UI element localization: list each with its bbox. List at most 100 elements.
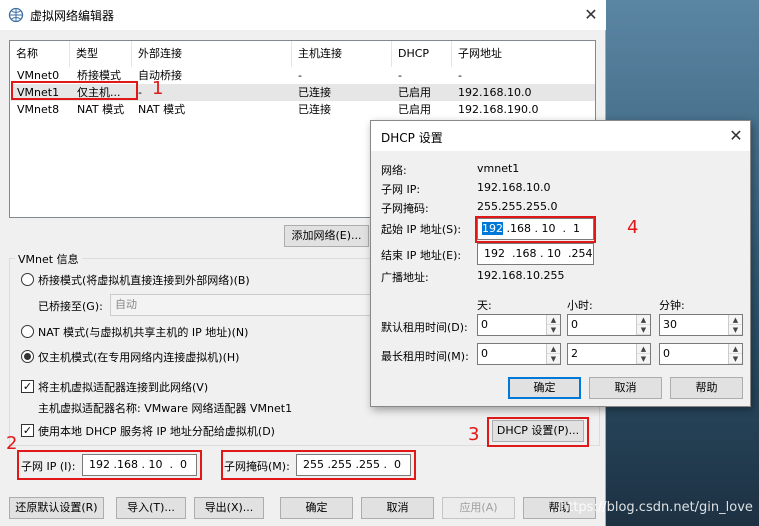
hours-header: 小时: xyxy=(567,299,593,312)
start-ip-label: 起始 IP 地址(S): xyxy=(381,223,462,236)
nat-radio[interactable] xyxy=(21,325,34,338)
add-network-button[interactable]: 添加网络(E)... xyxy=(284,225,369,247)
cell-type: NAT 模式 xyxy=(77,103,125,116)
use-dhcp-checkbox[interactable]: ✓ xyxy=(21,424,34,437)
connect-adapter-label[interactable]: 将主机虚拟适配器连接到此网络(V) xyxy=(38,379,208,395)
default-lease-minutes-spinner[interactable]: 30 ▲ ▼ xyxy=(659,314,743,336)
dhcp-network-value: vmnet1 xyxy=(477,162,520,175)
annotation-number-2: 2 xyxy=(6,433,18,454)
annotation-number-3: 3 xyxy=(468,424,480,445)
annotation-box-vmnet1 xyxy=(11,81,138,100)
col-header-subnet[interactable]: 子网地址 xyxy=(452,41,592,67)
spin-up-icon[interactable]: ▲ xyxy=(547,344,560,354)
hostonly-radio-label[interactable]: 仅主机模式(在专用网络内连接虚拟机)(H) xyxy=(38,349,239,365)
network-editor-icon xyxy=(8,7,24,23)
spin-up-icon[interactable]: ▲ xyxy=(637,315,650,325)
apply-button[interactable]: 应用(A) xyxy=(442,497,515,519)
hostonly-radio[interactable] xyxy=(21,350,34,363)
window-title: 虚拟网络编辑器 xyxy=(30,9,115,23)
dhcp-dialog-title: DHCP 设置 xyxy=(381,131,443,145)
col-header-external[interactable]: 外部连接 xyxy=(132,41,292,67)
default-lease-label: 默认租用时间(D): xyxy=(381,321,468,334)
max-lease-minutes-spinner[interactable]: 0 ▲ ▼ xyxy=(659,343,743,365)
col-header-dhcp[interactable]: DHCP xyxy=(392,41,452,67)
cell-dhcp: 已启用 xyxy=(398,103,431,116)
adapter-name-label: 主机虚拟适配器名称: VMware 网络适配器 VMnet1 xyxy=(38,402,293,415)
vmnet-info-title: VMnet 信息 xyxy=(15,251,82,267)
spin-up-icon[interactable]: ▲ xyxy=(729,315,742,325)
spin-down-icon[interactable]: ▼ xyxy=(637,325,650,335)
cell-dhcp: 已启用 xyxy=(398,86,431,99)
start-ip-input[interactable]: 192 .168 . 10 . 1 xyxy=(477,218,594,240)
title-bar: 虚拟网络编辑器 ✕ xyxy=(0,0,606,30)
cancel-button[interactable]: 取消 xyxy=(361,497,434,519)
max-lease-days-spinner[interactable]: 0 ▲ ▼ xyxy=(477,343,561,365)
spin-up-icon[interactable]: ▲ xyxy=(637,344,650,354)
cell-host: 已连接 xyxy=(298,103,331,116)
bridged-to-select[interactable]: 自动 xyxy=(110,294,375,316)
dhcp-title-bar: DHCP 设置 ✕ xyxy=(371,121,750,151)
ok-button[interactable]: 确定 xyxy=(280,497,353,519)
start-ip-remaining: .168 . 10 . 1 xyxy=(503,222,580,235)
spin-down-icon[interactable]: ▼ xyxy=(547,354,560,364)
spin-down-icon[interactable]: ▼ xyxy=(729,354,742,364)
annotation-number-1: 1 xyxy=(152,78,164,99)
max-lease-hours-spinner[interactable]: 2 ▲ ▼ xyxy=(567,343,651,365)
watermark-text: https://blog.csdn.net/gin_love xyxy=(560,500,753,515)
use-dhcp-label[interactable]: 使用本地 DHCP 服务将 IP 地址分配给虚拟机(D) xyxy=(38,423,275,439)
close-icon[interactable]: ✕ xyxy=(578,4,604,26)
bridged-to-label: 已桥接至(G): xyxy=(38,300,103,313)
dhcp-settings-dialog: DHCP 设置 ✕ 网络: vmnet1 子网 IP: 192.168.10.0… xyxy=(370,120,751,407)
cell-subnet: - xyxy=(458,69,462,82)
spinner-value: 30 xyxy=(663,318,677,331)
subnet-mask-label: 子网掩码(M): xyxy=(224,460,290,473)
spin-down-icon[interactable]: ▼ xyxy=(637,354,650,364)
spin-up-icon[interactable]: ▲ xyxy=(729,344,742,354)
annotation-number-4: 4 xyxy=(627,217,639,238)
spin-up-icon[interactable]: ▲ xyxy=(547,315,560,325)
broadcast-value: 192.168.10.255 xyxy=(477,269,565,282)
cell-host: 已连接 xyxy=(298,86,331,99)
col-header-name[interactable]: 名称 xyxy=(10,41,70,67)
cell-external: NAT 模式 xyxy=(138,103,186,116)
dhcp-subnet-mask-label: 子网掩码: xyxy=(381,202,429,215)
max-lease-label: 最长租用时间(M): xyxy=(381,350,469,363)
table-row[interactable]: VMnet8 NAT 模式 NAT 模式 已连接 已启用 192.168.190… xyxy=(11,101,595,118)
days-header: 天: xyxy=(477,299,492,312)
subnet-ip-input[interactable]: 192 .168 . 10 . 0 xyxy=(82,454,197,476)
end-ip-label: 结束 IP 地址(E): xyxy=(381,249,462,262)
cell-host: - xyxy=(298,69,302,82)
dhcp-subnet-ip-value: 192.168.10.0 xyxy=(477,181,551,194)
default-lease-hours-spinner[interactable]: 0 ▲ ▼ xyxy=(567,314,651,336)
bridge-radio[interactable] xyxy=(21,273,34,286)
connect-adapter-checkbox[interactable]: ✓ xyxy=(21,380,34,393)
spinner-value: 0 xyxy=(481,318,488,331)
col-header-host[interactable]: 主机连接 xyxy=(292,41,392,67)
subnet-mask-input[interactable]: 255 .255 .255 . 0 xyxy=(296,454,411,476)
spinner-value: 0 xyxy=(571,318,578,331)
spin-down-icon[interactable]: ▼ xyxy=(547,325,560,335)
cell-subnet: 192.168.190.0 xyxy=(458,103,539,116)
dhcp-subnet-ip-label: 子网 IP: xyxy=(381,183,421,196)
default-lease-days-spinner[interactable]: 0 ▲ ▼ xyxy=(477,314,561,336)
start-ip-first-octet: 192 xyxy=(482,222,503,235)
dhcp-settings-button[interactable]: DHCP 设置(P)... xyxy=(492,420,584,442)
spin-down-icon[interactable]: ▼ xyxy=(729,325,742,335)
minutes-header: 分钟: xyxy=(659,299,685,312)
cell-name: VMnet8 xyxy=(17,103,60,116)
dhcp-help-button[interactable]: 帮助 xyxy=(670,377,743,399)
restore-defaults-button[interactable]: 还原默认设置(R) xyxy=(9,497,104,519)
spinner-value: 2 xyxy=(571,347,578,360)
dhcp-network-label: 网络: xyxy=(381,164,407,177)
broadcast-label: 广播地址: xyxy=(381,271,429,284)
dhcp-subnet-mask-value: 255.255.255.0 xyxy=(477,200,558,213)
col-header-type[interactable]: 类型 xyxy=(70,41,132,67)
bridge-radio-label[interactable]: 桥接模式(将虚拟机直接连接到外部网络)(B) xyxy=(38,272,250,288)
export-button[interactable]: 导出(X)... xyxy=(194,497,264,519)
dhcp-ok-button[interactable]: 确定 xyxy=(508,377,581,399)
dhcp-cancel-button[interactable]: 取消 xyxy=(589,377,662,399)
end-ip-input[interactable]: 192 .168 . 10 .254 xyxy=(477,243,594,265)
close-icon[interactable]: ✕ xyxy=(723,125,749,147)
nat-radio-label[interactable]: NAT 模式(与虚拟机共享主机的 IP 地址)(N) xyxy=(38,324,248,340)
import-button[interactable]: 导入(T)... xyxy=(116,497,186,519)
